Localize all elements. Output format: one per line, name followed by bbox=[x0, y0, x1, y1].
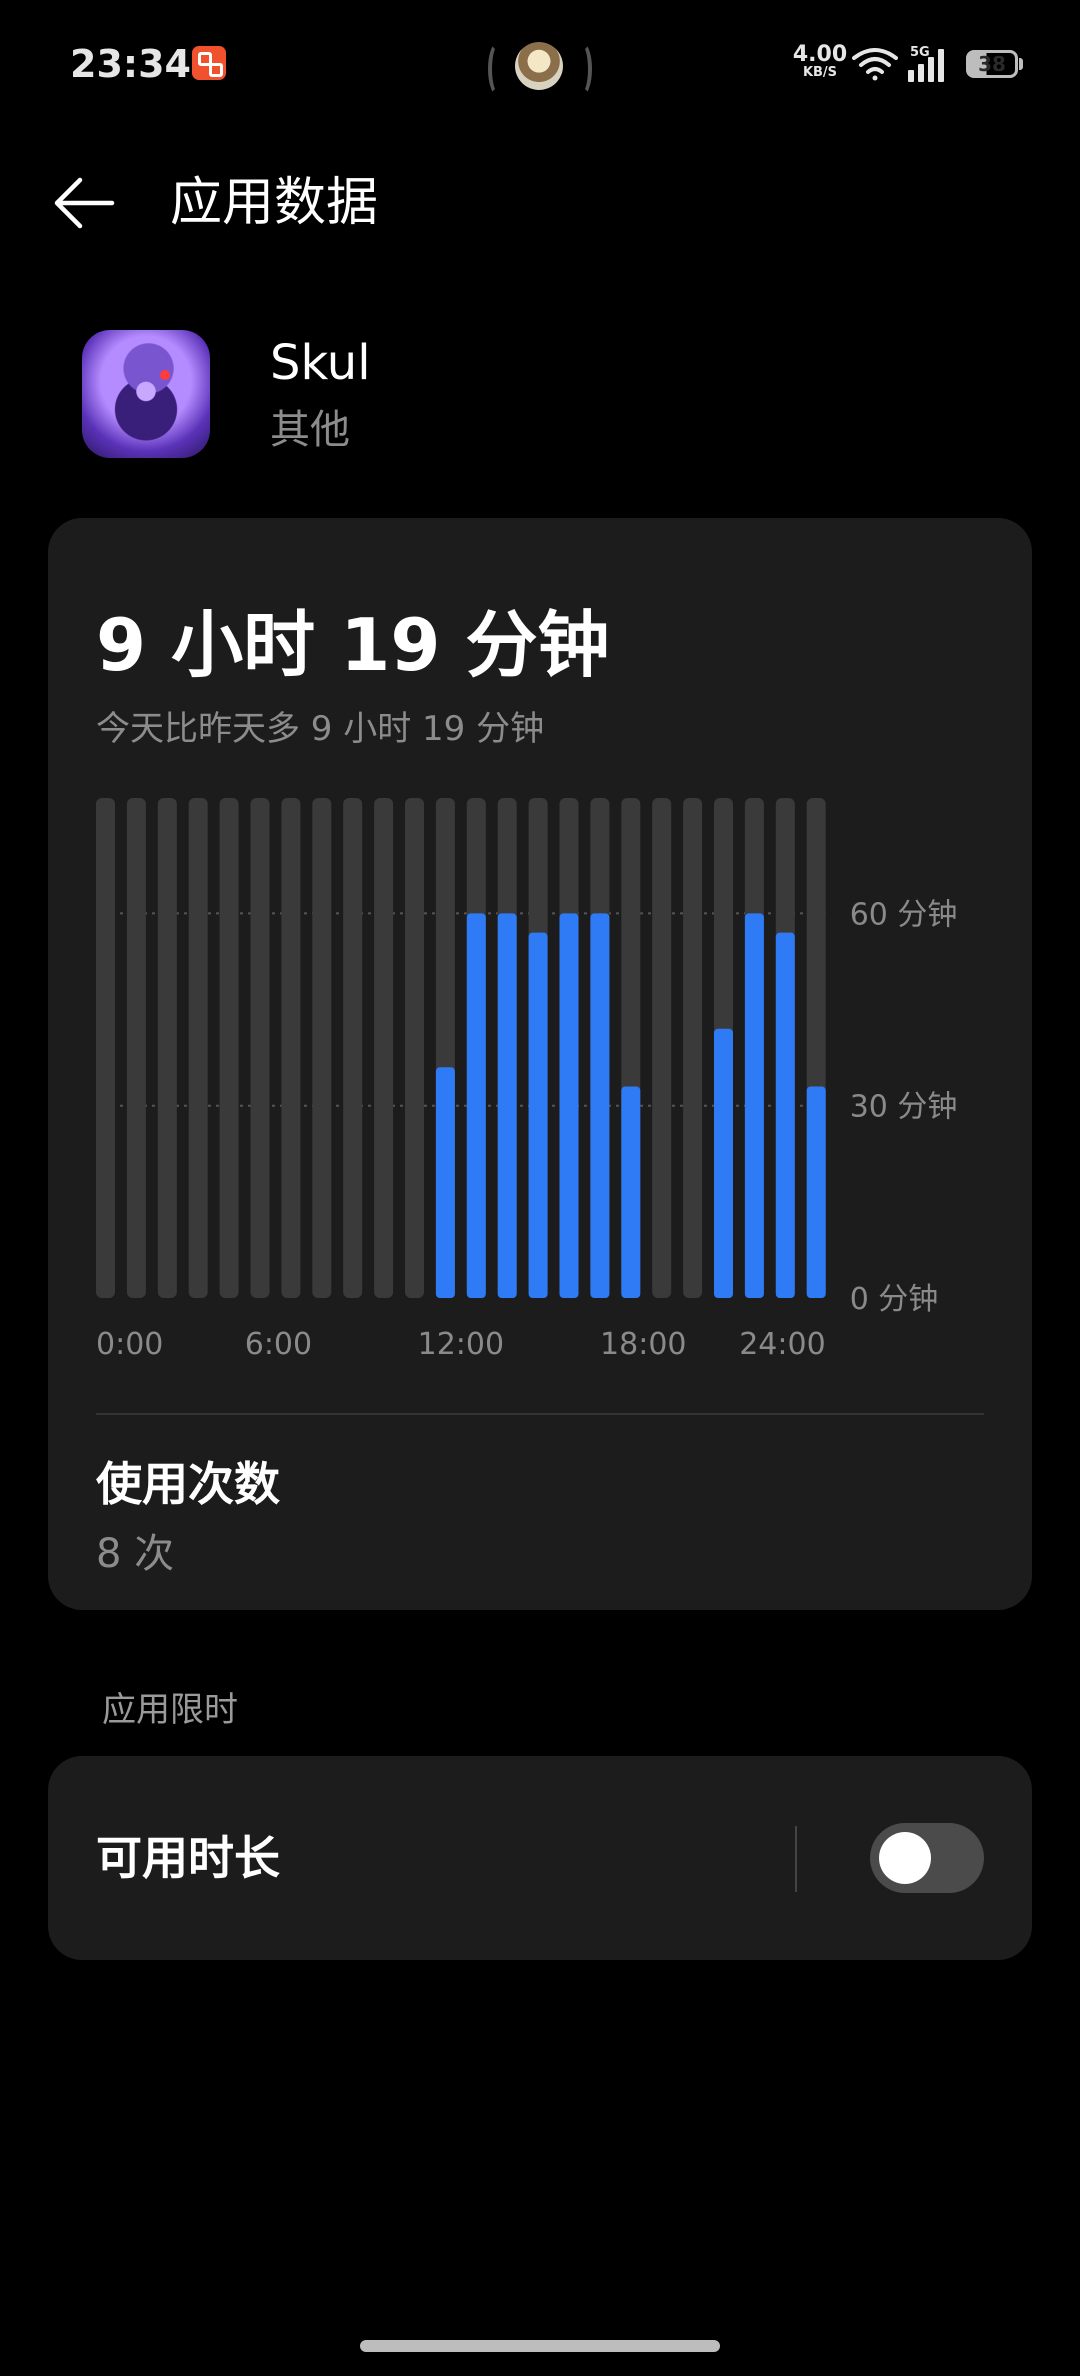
chart-bar[interactable] bbox=[466, 913, 486, 1298]
home-indicator[interactable] bbox=[360, 2340, 720, 2352]
island-right-bracket bbox=[572, 42, 592, 96]
chart-bar[interactable] bbox=[744, 913, 764, 1298]
chart-bar[interactable] bbox=[775, 932, 795, 1298]
chart-bar[interactable] bbox=[621, 1086, 641, 1298]
app-icon-eye bbox=[160, 370, 170, 380]
chart-bar[interactable] bbox=[497, 913, 517, 1298]
usage-chart[interactable]: 60 分钟 30 分钟 0 分钟 0:00 6:00 12:00 18:00 24:00 bbox=[90, 790, 990, 1370]
chart-bar-track bbox=[126, 798, 146, 1298]
chart-x-tick-label: 24:00 bbox=[739, 1327, 825, 1362]
battery-tip bbox=[1019, 58, 1023, 70]
toggle-knob bbox=[879, 1832, 931, 1884]
chart-bar-track bbox=[281, 798, 301, 1298]
island-left-bracket bbox=[488, 42, 508, 96]
usage-count-value: 8 次 bbox=[96, 1531, 175, 1577]
battery-icon: 38 bbox=[966, 50, 1018, 78]
limit-divider bbox=[795, 1826, 797, 1892]
chart-y-tick-label: 60 分钟 bbox=[850, 897, 958, 932]
chart-bar[interactable] bbox=[590, 913, 610, 1298]
chart-x-tick-label: 18:00 bbox=[600, 1327, 686, 1362]
available-duration-label: 可用时长 bbox=[96, 1831, 280, 1885]
chart-bar[interactable] bbox=[714, 1028, 733, 1298]
available-duration-toggle[interactable] bbox=[870, 1823, 984, 1893]
notification-app-icon bbox=[192, 46, 226, 80]
card-divider bbox=[96, 1413, 984, 1415]
chart-bars bbox=[96, 798, 826, 1298]
app-limit-section-title: 应用限时 bbox=[102, 1690, 238, 1730]
usage-total-time: 9 小时 19 分钟 bbox=[96, 603, 610, 687]
app-icon bbox=[82, 330, 210, 458]
battery-level: 38 bbox=[978, 52, 1006, 76]
chart-x-tick-label: 0:00 bbox=[96, 1327, 163, 1362]
chart-bar-track bbox=[374, 798, 394, 1298]
chart-bar[interactable] bbox=[806, 1086, 826, 1298]
usage-chart-svg: 60 分钟 30 分钟 0 分钟 0:00 6:00 12:00 18:00 24:00 bbox=[96, 798, 958, 1362]
chart-bar-track bbox=[312, 798, 332, 1298]
network-speed-value: 4.00 bbox=[792, 42, 848, 67]
chart-bar-track bbox=[405, 798, 424, 1298]
chart-bar[interactable] bbox=[559, 913, 579, 1298]
usage-count-label: 使用次数 bbox=[96, 1457, 280, 1511]
app-category: 其他 bbox=[270, 407, 350, 453]
chart-bar-track bbox=[652, 798, 672, 1298]
network-type: 5G bbox=[910, 45, 930, 60]
chart-y-tick-label: 30 分钟 bbox=[850, 1090, 958, 1125]
dynamic-island[interactable] bbox=[488, 36, 592, 96]
chart-bar-track bbox=[683, 798, 703, 1298]
chart-bar-track bbox=[343, 798, 363, 1298]
app-name: Skul bbox=[270, 335, 371, 391]
back-arrow-icon[interactable] bbox=[50, 168, 120, 238]
wifi-icon bbox=[852, 48, 898, 81]
chart-bar-track bbox=[250, 798, 270, 1298]
usage-comparison: 今天比昨天多 9 小时 19 分钟 bbox=[96, 709, 545, 749]
chart-bar-track bbox=[219, 798, 239, 1298]
chart-y-tick-label: 0 分钟 bbox=[850, 1282, 939, 1317]
page-title: 应用数据 bbox=[170, 173, 379, 233]
chart-x-tick-label: 12:00 bbox=[418, 1327, 504, 1362]
chart-x-tick-label: 6:00 bbox=[245, 1327, 312, 1362]
chart-bar-track bbox=[96, 798, 115, 1298]
chart-bar[interactable] bbox=[435, 1067, 455, 1298]
chart-bar-track bbox=[188, 798, 208, 1298]
status-icons: 5G bbox=[852, 45, 944, 82]
island-avatar-icon bbox=[515, 42, 563, 90]
chart-bar-track bbox=[157, 798, 177, 1298]
status-time: 23:34 bbox=[70, 42, 191, 86]
chart-bar[interactable] bbox=[528, 932, 548, 1298]
network-speed: 4.00 KB/S bbox=[790, 42, 850, 82]
